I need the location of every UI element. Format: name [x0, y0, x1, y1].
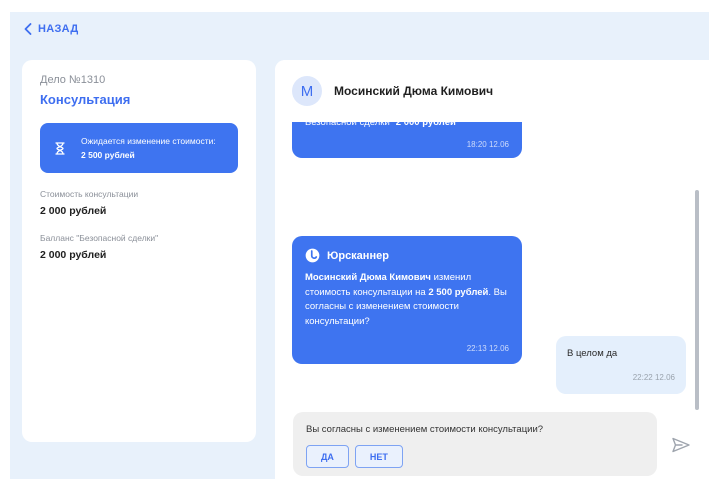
price-change-notice: Ожидается изменение стоимости: 2 500 руб… — [40, 123, 238, 173]
yurscanner-logo-icon — [305, 248, 320, 263]
back-label: НАЗАД — [38, 23, 79, 35]
avatar: М — [292, 76, 322, 106]
prompt-buttons: ДА НЕТ — [306, 445, 644, 468]
scrollbar[interactable] — [695, 190, 699, 410]
cost-label: Стоимость консультации — [40, 189, 139, 199]
message-time: 22:22 12.06 — [632, 373, 675, 382]
notice-text: Ожидается изменение стоимости: — [81, 136, 216, 146]
send-button[interactable] — [669, 433, 693, 457]
case-info-panel: Дело №1310 Консультация Ожидается измене… — [22, 60, 256, 442]
case-type: Консультация — [40, 92, 131, 107]
prompt-text: Вы согласны с изменением стоимости консу… — [306, 424, 544, 435]
balance-value: 2 000 рублей — [40, 249, 107, 261]
yes-button[interactable]: ДА — [306, 445, 349, 468]
balance-field: Балланс "Безопасной сделки" 2 000 рублей — [40, 233, 238, 261]
message-time: 22:13 12.06 — [466, 344, 509, 353]
notice-amount: 2 500 рублей — [81, 150, 135, 160]
chevron-left-icon — [24, 23, 32, 35]
send-icon — [672, 437, 690, 453]
chat-header: М Мосинский Дюма Кимович — [275, 60, 709, 122]
message-sender: Юрсканнер — [305, 248, 509, 263]
balance-label: Балланс "Безопасной сделки" — [40, 233, 159, 243]
message-system: Юрсканнер Мосинский Дюма Кимович изменил… — [292, 236, 522, 364]
message-outgoing: В целом да 22:22 12.06 — [556, 336, 686, 394]
message-amount-bold: 2 500 рублей — [428, 286, 489, 298]
cost-value: 2 000 рублей — [40, 205, 107, 217]
case-number: Дело №1310 — [40, 74, 106, 86]
back-button[interactable]: НАЗАД — [24, 23, 78, 35]
hourglass-icon — [53, 141, 67, 155]
no-button[interactable]: НЕТ — [354, 445, 403, 468]
chat-title: Мосинский Дюма Кимович — [334, 84, 494, 98]
app: НАЗАД Дело №1310 Консультация Ожидается … — [10, 12, 709, 479]
message-name-bold: Мосинский Дюма Кимович — [305, 272, 431, 283]
sender-name: Юрсканнер — [327, 249, 389, 262]
chat-panel: М Мосинский Дюма Кимович Безопасной сдел… — [275, 60, 709, 479]
message-list[interactable]: Безопасной сделки" 2 000 рублей 18:20 12… — [275, 114, 709, 396]
message-time: 18:20 12.06 — [466, 140, 509, 149]
confirmation-prompt: Вы согласны с изменением стоимости консу… — [293, 412, 657, 476]
cost-field: Стоимость консультации 2 000 рублей — [40, 189, 238, 217]
message-text: В целом да — [567, 348, 618, 359]
message-text: Мосинский Дюма Кимович изменил стоимость… — [305, 271, 509, 329]
